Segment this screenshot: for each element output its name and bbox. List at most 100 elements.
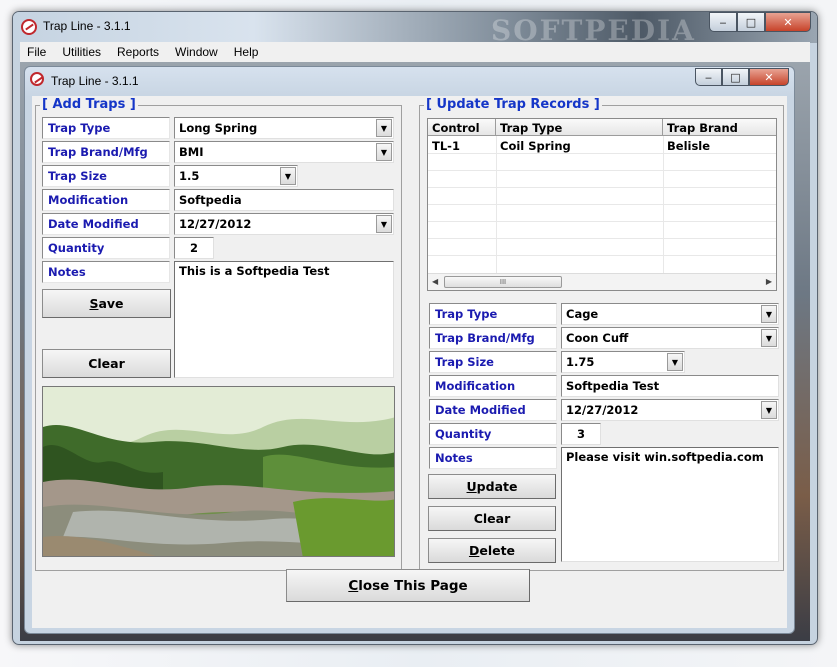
- child-window-title: Trap Line - 3.1.1: [51, 74, 139, 88]
- scroll-left-icon[interactable]: ◀: [432, 277, 438, 286]
- update-button[interactable]: Update: [428, 474, 556, 499]
- main-window: Trap Line - 3.1.1 SOFTPEDIA ‒ □ ✕ File U…: [12, 11, 818, 645]
- grid-header-trap-brand[interactable]: Trap Brand: [663, 119, 776, 136]
- grid-header-control[interactable]: Control: [428, 119, 496, 136]
- grid-row-divider: [428, 187, 776, 188]
- child-app-icon: [30, 72, 44, 86]
- add-notes-label: Notes: [42, 261, 170, 283]
- add-size-select[interactable]: 1.5 ▼: [174, 165, 298, 187]
- upd-date-picker[interactable]: 12/27/2012 ▼: [561, 399, 779, 421]
- chevron-down-icon[interactable]: ▼: [376, 143, 392, 161]
- add-trap-type-label: Trap Type: [42, 117, 170, 139]
- mdi-area: Trap Line - 3.1.1 ‒ □ ✕ [ Add Traps ] Tr…: [20, 62, 810, 641]
- upd-brand-label: Trap Brand/Mfg: [429, 327, 557, 349]
- child-title-bar[interactable]: Trap Line - 3.1.1 ‒ □ ✕: [25, 67, 794, 95]
- update-records-group: [ Update Trap Records ] Control Trap Typ…: [419, 97, 784, 571]
- delete-button[interactable]: Delete: [428, 538, 556, 563]
- upd-notes-textarea[interactable]: Please visit win.softpedia.com: [561, 447, 779, 562]
- add-notes-textarea[interactable]: This is a Softpedia Test: [174, 261, 394, 378]
- chevron-down-icon[interactable]: ▼: [761, 401, 777, 419]
- upd-modification-field[interactable]: Softpedia Test: [561, 375, 779, 397]
- child-close-button[interactable]: ✕: [749, 68, 789, 86]
- upd-size-label: Trap Size: [429, 351, 557, 373]
- chevron-down-icon[interactable]: ▼: [376, 215, 392, 233]
- menu-utilities[interactable]: Utilities: [55, 45, 110, 59]
- save-mnemonic: S: [89, 296, 99, 311]
- menu-reports[interactable]: Reports: [110, 45, 168, 59]
- child-restore-button[interactable]: □: [722, 68, 749, 86]
- app-logo-icon: [21, 19, 37, 35]
- maximize-icon: □: [745, 15, 757, 29]
- grid-header-trap-type[interactable]: Trap Type: [496, 119, 663, 136]
- add-clear-button[interactable]: Clear: [42, 349, 171, 378]
- add-modification-label: Modification: [42, 189, 170, 211]
- update-records-title: [ Update Trap Records ]: [424, 97, 602, 112]
- main-title-bar[interactable]: Trap Line - 3.1.1 SOFTPEDIA ‒ □ ✕: [13, 12, 817, 47]
- creek-photo: [42, 386, 395, 557]
- upd-quantity-field[interactable]: 3: [561, 423, 601, 445]
- upd-trap-type-label: Trap Type: [429, 303, 557, 325]
- close-page-button[interactable]: Close This Page: [286, 569, 530, 602]
- add-trap-type-select[interactable]: Long Spring ▼: [174, 117, 394, 139]
- scrollbar-thumb[interactable]: III: [444, 276, 562, 288]
- add-trap-type-value: Long Spring: [179, 121, 258, 135]
- menu-help[interactable]: Help: [227, 45, 268, 59]
- upd-brand-select[interactable]: Coon Cuff ▼: [561, 327, 779, 349]
- grid-horizontal-scrollbar[interactable]: ◀ III ▶: [428, 273, 776, 290]
- upd-size-value: 1.75: [566, 355, 595, 369]
- add-modification-field[interactable]: Softpedia: [174, 189, 394, 211]
- grid-cell-trap-brand[interactable]: Belisle: [663, 137, 776, 154]
- scroll-right-icon[interactable]: ▶: [766, 277, 772, 286]
- grid-row-divider: [428, 204, 776, 205]
- child-minimize-button[interactable]: ‒: [695, 68, 722, 86]
- upd-quantity-label: Quantity: [429, 423, 557, 445]
- chevron-down-icon[interactable]: ▼: [376, 119, 392, 137]
- minimize-button[interactable]: ‒: [709, 12, 737, 32]
- upd-size-select[interactable]: 1.75 ▼: [561, 351, 685, 373]
- chevron-down-icon[interactable]: ▼: [761, 329, 777, 347]
- chevron-down-icon[interactable]: ▼: [761, 305, 777, 323]
- add-traps-title: [ Add Traps ]: [40, 97, 138, 112]
- save-button[interactable]: Save: [42, 289, 171, 318]
- grid-cell-trap-type[interactable]: Coil Spring: [496, 137, 663, 154]
- add-quantity-field[interactable]: 2: [174, 237, 214, 259]
- update-mnemonic: U: [466, 479, 477, 494]
- add-date-picker[interactable]: 12/27/2012 ▼: [174, 213, 394, 235]
- grid-cell-control[interactable]: TL-1: [428, 137, 496, 154]
- minimize-icon: ‒: [705, 70, 712, 84]
- upd-notes-label: Notes: [429, 447, 557, 469]
- upd-trap-type-select[interactable]: Cage ▼: [561, 303, 779, 325]
- add-date-label: Date Modified: [42, 213, 170, 235]
- add-brand-select[interactable]: BMI ▼: [174, 141, 394, 163]
- add-traps-group: [ Add Traps ] Trap Type Long Spring ▼ Tr…: [35, 97, 402, 571]
- maximize-button[interactable]: □: [737, 12, 765, 32]
- add-brand-value: BMI: [179, 145, 204, 159]
- close-icon: ✕: [783, 15, 793, 29]
- save-label: ave: [98, 296, 124, 311]
- close-window-button[interactable]: ✕: [765, 12, 811, 32]
- chevron-down-icon[interactable]: ▼: [280, 167, 296, 185]
- grid-row-divider: [428, 170, 776, 171]
- grid-row-divider: [428, 238, 776, 239]
- update-clear-button[interactable]: Clear: [428, 506, 556, 531]
- grid-row-divider: [428, 255, 776, 256]
- add-size-value: 1.5: [179, 169, 200, 183]
- menu-bar: File Utilities Reports Window Help: [20, 42, 810, 62]
- menu-file[interactable]: File: [20, 45, 55, 59]
- close-page-label: lose This Page: [358, 577, 468, 594]
- update-clear-label: Clear: [473, 511, 511, 526]
- menu-window[interactable]: Window: [168, 45, 227, 59]
- desktop: Trap Line - 3.1.1 SOFTPEDIA ‒ □ ✕ File U…: [0, 0, 837, 667]
- trap-records-grid[interactable]: Control Trap Type Trap Brand TL-1 Coil S…: [427, 118, 777, 291]
- child-window: Trap Line - 3.1.1 ‒ □ ✕ [ Add Traps ] Tr…: [24, 66, 795, 634]
- close-page-mnemonic: C: [348, 577, 359, 594]
- add-quantity-label: Quantity: [42, 237, 170, 259]
- add-size-label: Trap Size: [42, 165, 170, 187]
- upd-date-value: 12/27/2012: [566, 403, 639, 417]
- minimize-icon: ‒: [719, 15, 727, 29]
- restore-icon: □: [730, 70, 741, 84]
- upd-date-label: Date Modified: [429, 399, 557, 421]
- creek-photo-image: [43, 387, 394, 556]
- chevron-down-icon[interactable]: ▼: [667, 353, 683, 371]
- update-label: pdate: [476, 479, 518, 494]
